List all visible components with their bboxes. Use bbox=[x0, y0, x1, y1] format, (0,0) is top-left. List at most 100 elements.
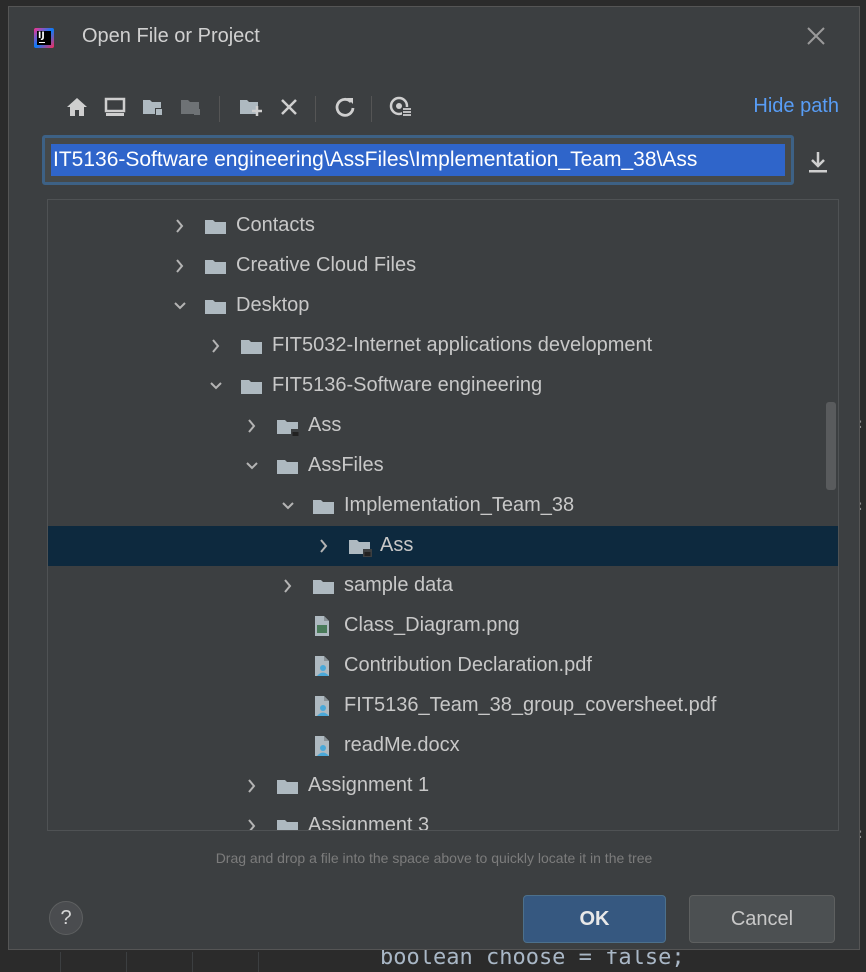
folder-tree-item[interactable]: Creative Cloud Files bbox=[48, 246, 838, 286]
project-folder-icon bbox=[143, 100, 163, 116]
show-hidden-icon bbox=[389, 96, 412, 117]
folder-icon bbox=[205, 300, 226, 314]
toolbar-separator bbox=[219, 96, 220, 122]
chevron-down-icon[interactable] bbox=[172, 296, 188, 316]
show-hidden-files-button[interactable] bbox=[387, 93, 415, 121]
refresh-icon bbox=[335, 97, 355, 117]
folder-icon bbox=[276, 779, 298, 794]
delete-button[interactable] bbox=[275, 93, 303, 121]
indent-guide bbox=[126, 952, 127, 972]
tree-item-label: FIT5032-Internet applications developmen… bbox=[272, 334, 653, 356]
chevron-right-icon[interactable] bbox=[316, 536, 332, 556]
folder-tree-item[interactable]: Desktop bbox=[48, 286, 838, 326]
folder-tree-item[interactable]: Assignment 1 bbox=[48, 766, 838, 806]
chevron-down-icon[interactable] bbox=[208, 376, 224, 396]
pdf-file-icon bbox=[315, 696, 329, 716]
indent-guide bbox=[258, 952, 259, 972]
chevron-down-icon[interactable] bbox=[244, 456, 260, 476]
project-folder-icon bbox=[277, 420, 300, 437]
folder-tree-item[interactable]: sample data bbox=[48, 566, 838, 606]
tree-item-label: Ass bbox=[308, 414, 342, 436]
folder-icon bbox=[312, 579, 334, 594]
help-button[interactable]: ? bbox=[49, 901, 83, 935]
dialog-titlebar: IJ Open File or Project bbox=[9, 7, 859, 69]
file-tree-item[interactable]: readMe.docx bbox=[48, 726, 838, 766]
module-directory-button[interactable] bbox=[177, 93, 205, 121]
folder-icon bbox=[277, 820, 298, 830]
file-tree-item[interactable]: Class_Diagram.png bbox=[48, 606, 838, 646]
folder-icon bbox=[313, 580, 334, 594]
tree-item-label: Contacts bbox=[236, 214, 315, 236]
desktop-button[interactable] bbox=[101, 93, 129, 121]
desktop-icon bbox=[104, 97, 126, 116]
folder-tree-item[interactable]: Contacts bbox=[48, 206, 838, 246]
chevron-right-icon[interactable] bbox=[244, 816, 260, 830]
project-folder-icon bbox=[349, 540, 372, 557]
chevron-right-icon[interactable] bbox=[172, 216, 188, 236]
tree-item-label: Ass bbox=[380, 534, 414, 556]
chevron-right-icon[interactable] bbox=[280, 576, 296, 596]
chevron-right-icon[interactable] bbox=[172, 256, 188, 276]
ok-button[interactable]: OK bbox=[523, 895, 666, 943]
document-file-icon bbox=[315, 736, 329, 756]
folder-tree-item[interactable]: Implementation_Team_38 bbox=[48, 486, 838, 526]
folder-icon bbox=[240, 339, 262, 354]
toolbar-separator bbox=[315, 96, 316, 122]
chevron-down-icon[interactable] bbox=[280, 496, 296, 516]
folder-icon bbox=[276, 819, 298, 830]
image-file-icon bbox=[312, 614, 332, 638]
project-folder-icon bbox=[276, 419, 300, 437]
file-tree-item[interactable]: Contribution Declaration.pdf bbox=[48, 646, 838, 686]
tree-item-label: readMe.docx bbox=[344, 734, 460, 756]
pdf-file-icon bbox=[315, 656, 329, 676]
folder-tree-item[interactable]: FIT5032-Internet applications developmen… bbox=[48, 326, 838, 366]
project-directory-button[interactable] bbox=[139, 93, 167, 121]
tree-item-label: Implementation_Team_38 bbox=[344, 494, 575, 516]
home-icon bbox=[67, 98, 87, 116]
folder-icon bbox=[241, 380, 262, 394]
tree-item-label: AssFiles bbox=[308, 454, 384, 476]
file-tree[interactable]: Contacts Creative Cloud Files Desktop FIT50… bbox=[47, 199, 839, 831]
document-file-icon bbox=[312, 734, 332, 758]
chevron-right-icon[interactable] bbox=[244, 776, 260, 796]
folder-tree-item[interactable]: AssFiles bbox=[48, 446, 838, 486]
folder-icon bbox=[204, 299, 226, 314]
tree-item-label: Contribution Declaration.pdf bbox=[344, 654, 592, 676]
new-folder-button[interactable] bbox=[237, 93, 265, 121]
folder-icon bbox=[312, 499, 334, 514]
path-field bbox=[42, 135, 794, 185]
drag-drop-hint: Drag and drop a file into the space abov… bbox=[215, 850, 653, 866]
refresh-button[interactable] bbox=[331, 93, 359, 121]
folder-tree-item[interactable]: Ass bbox=[48, 406, 838, 446]
home-button[interactable] bbox=[63, 93, 91, 121]
chevron-right-icon[interactable] bbox=[244, 416, 260, 436]
open-file-dialog: IJ Open File or Project Hide path IT5136… bbox=[8, 6, 860, 950]
dialog-title: Open File or Project bbox=[82, 25, 260, 47]
download-icon bbox=[809, 152, 827, 173]
pdf-file-icon bbox=[312, 694, 332, 718]
chevron-right-icon[interactable] bbox=[208, 336, 224, 356]
folder-tree-item[interactable]: FIT5136-Software engineering bbox=[48, 366, 838, 406]
indent-guide bbox=[192, 952, 193, 972]
tree-item-label: sample data bbox=[344, 574, 453, 596]
folder-icon bbox=[241, 340, 262, 354]
close-button[interactable] bbox=[803, 23, 829, 49]
tree-item-label: Desktop bbox=[236, 294, 310, 316]
path-download-button[interactable] bbox=[806, 148, 830, 176]
folder-tree-item[interactable]: Assignment 3 bbox=[48, 806, 838, 830]
folder-icon bbox=[204, 259, 226, 274]
close-icon bbox=[807, 27, 825, 45]
folder-icon bbox=[205, 260, 226, 274]
file-tree-item[interactable]: FIT5136_Team_38_group_coversheet.pdf bbox=[48, 686, 838, 726]
tree-item-label: Assignment 1 bbox=[308, 774, 430, 796]
folder-tree-item[interactable]: Ass bbox=[48, 526, 838, 566]
cancel-button[interactable]: Cancel bbox=[689, 895, 835, 943]
new-folder-icon bbox=[240, 100, 262, 116]
tree-scrollbar-thumb[interactable] bbox=[826, 402, 836, 490]
folder-icon bbox=[204, 219, 226, 234]
hide-path-link[interactable]: Hide path bbox=[753, 95, 839, 118]
project-folder-icon bbox=[348, 539, 372, 557]
path-input[interactable] bbox=[51, 144, 785, 176]
folder-icon bbox=[240, 379, 262, 394]
toolbar: Hide path bbox=[59, 93, 839, 125]
